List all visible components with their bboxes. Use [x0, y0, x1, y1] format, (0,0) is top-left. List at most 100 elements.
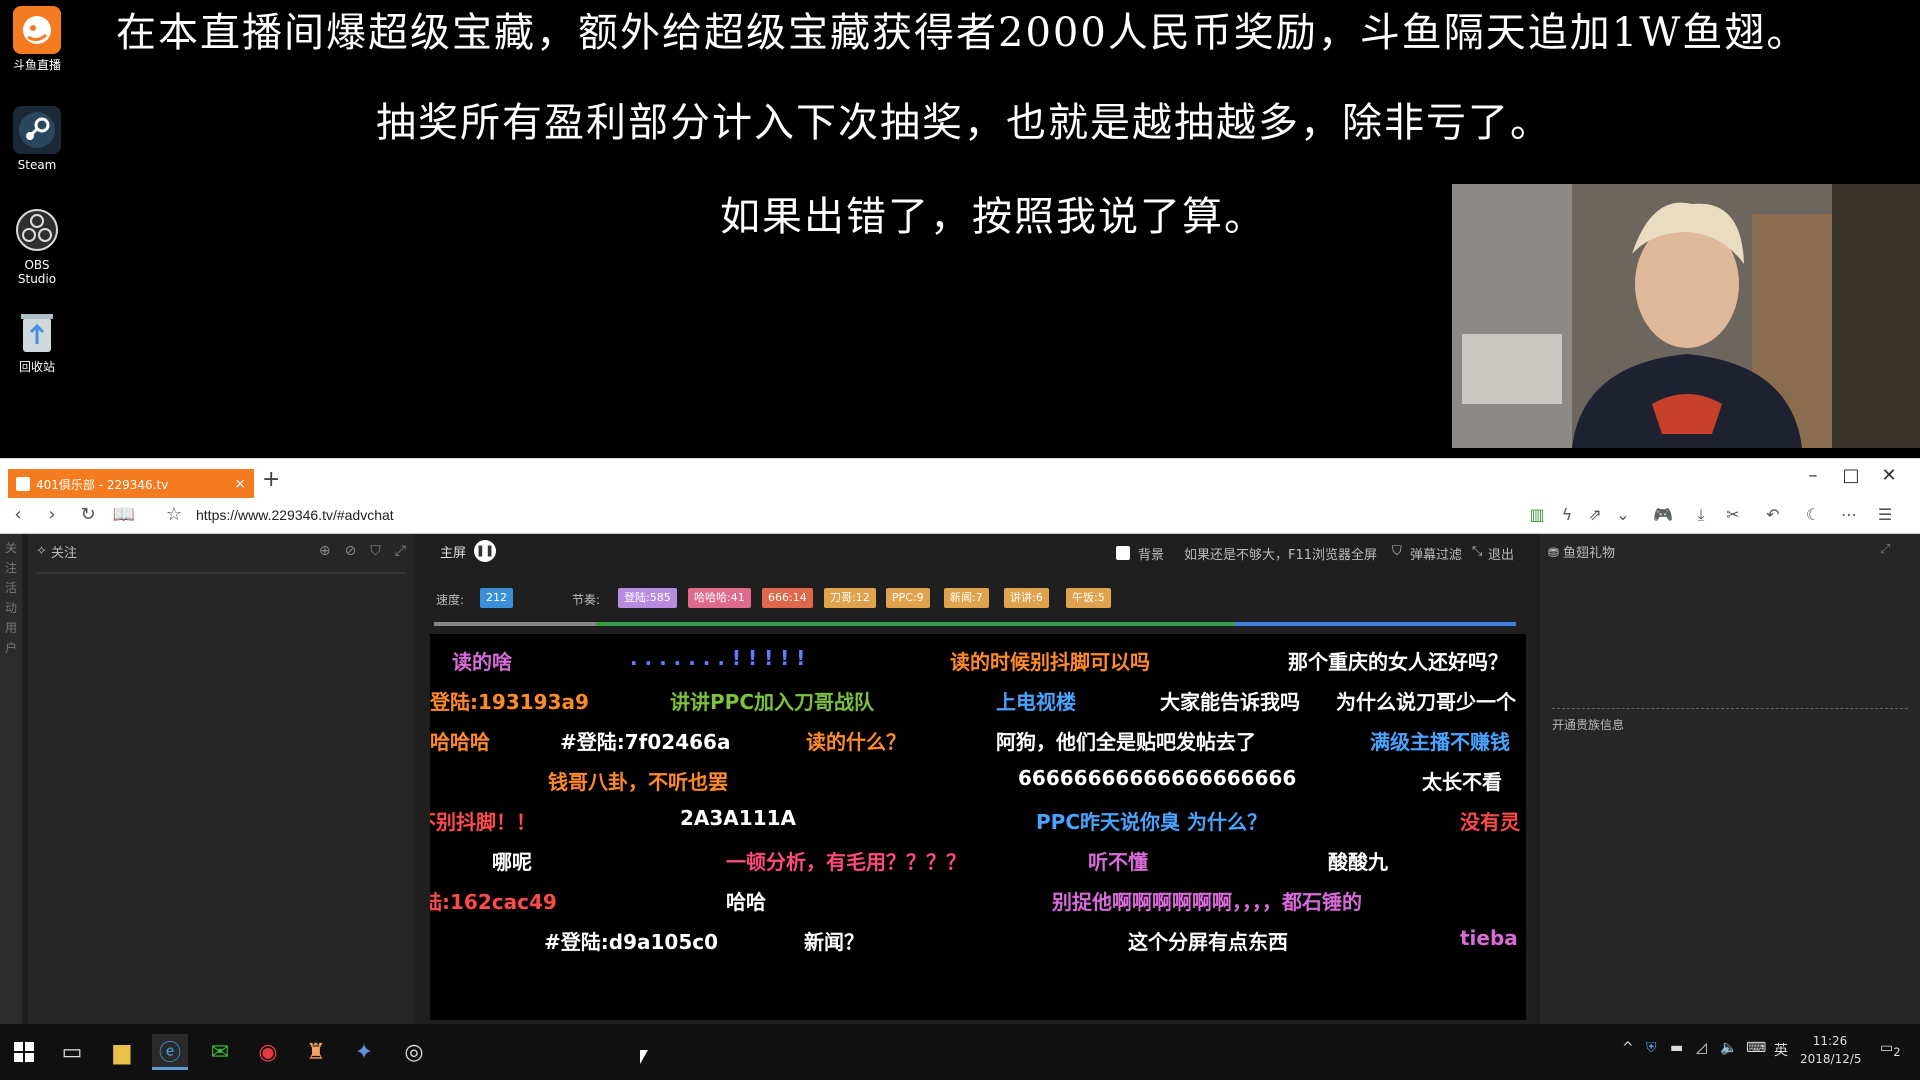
danmu-message: 读的什么？	[806, 730, 906, 754]
desktop-icon-label: 斗鱼直播	[12, 58, 61, 72]
follow-header: ✧ 关注 ⊕ ⊘ ⛉ ⤢	[28, 534, 414, 568]
danmu-message: 为什么说刀哥少一个	[1336, 690, 1516, 714]
danmu-stage: 读的啥 . . . . . . . ! ! ! ! ! 读的时候别抖脚可以吗 那…	[430, 634, 1526, 1020]
volume-icon[interactable]: 🔈	[1720, 1040, 1737, 1056]
danmu-filter-label[interactable]: 弹幕过滤	[1410, 544, 1462, 563]
gift-panel: ⛃ 鱼翅礼物 ⤢ 开通贵族信息	[1540, 534, 1920, 1024]
browser-taskbar-icon[interactable]: ⓔ	[152, 1034, 188, 1070]
netease-music-icon[interactable]: ◉	[250, 1034, 286, 1070]
rhythm-badge[interactable]: 哈哈哈:41	[688, 588, 751, 608]
menu-icon[interactable]: ☰	[1874, 505, 1896, 524]
more-icon[interactable]: ⋯	[1838, 505, 1860, 524]
share-icon[interactable]: ⇗	[1584, 505, 1606, 524]
back-icon[interactable]: ‹	[6, 504, 30, 525]
night-mode-icon[interactable]: ☾	[1802, 505, 1824, 524]
follow-panel: ✧ 关注 ⊕ ⊘ ⛉ ⤢	[28, 534, 414, 1024]
add-icon[interactable]: ⊕	[319, 543, 331, 559]
danmu-message: #登陆:d9a105c0	[544, 930, 719, 954]
filter-icon[interactable]: ⛉	[1392, 544, 1402, 559]
rhythm-badge[interactable]: PPC:9	[886, 588, 930, 608]
forward-icon[interactable]: ›	[40, 504, 64, 525]
wechat-icon[interactable]: ✉	[202, 1034, 238, 1070]
filter-icon[interactable]: ⛉	[370, 543, 381, 559]
pause-icon[interactable]: ❚❚	[474, 540, 496, 562]
undo-icon[interactable]: ↶	[1762, 505, 1784, 524]
rail-item[interactable]: 注	[0, 558, 22, 578]
rail-item[interactable]: 动	[0, 598, 22, 618]
danmu-progress-bar	[434, 622, 1516, 626]
steam-icon	[13, 106, 61, 154]
maximize-button[interactable]: □	[1836, 465, 1866, 486]
rhythm-badge[interactable]: 666:14	[762, 588, 813, 608]
dropdown-icon[interactable]: ⌄	[1612, 505, 1634, 524]
clock[interactable]: 11:26 2018/12/5	[1800, 1032, 1862, 1068]
browser-tab[interactable]: 401俱乐部 - 229346.tv ×	[8, 469, 254, 499]
douyu-icon	[13, 6, 61, 54]
desktop-icon-douyu[interactable]: 斗鱼直播	[4, 6, 70, 72]
danmu-message: 不别抖脚！！	[430, 810, 536, 834]
block-icon[interactable]: ⊘	[345, 543, 357, 559]
rail-item[interactable]: 户	[0, 638, 22, 658]
stream-overlay-line: 抽奖所有盈利部分计入下次抽奖，也就是越抽越多，除非亏了。	[376, 100, 1552, 146]
security-shield-icon[interactable]: ⛨	[1646, 1040, 1657, 1056]
stats-row: 速度: 212 节奏: 登陆:585 哈哈哈:41 666:14 刀哥:12 P…	[434, 586, 1524, 612]
rhythm-badge[interactable]: 新闻:7	[944, 588, 989, 608]
file-explorer-icon[interactable]: ▆	[104, 1034, 140, 1070]
split-view-icon[interactable]: ▥	[1526, 505, 1548, 524]
notification-icon[interactable]: ▭2	[1880, 1040, 1901, 1059]
url-field[interactable]: https://www.229346.tv/#advchat	[196, 507, 394, 523]
rail-item[interactable]: 用	[0, 618, 22, 638]
network-icon[interactable]: ◿	[1696, 1040, 1707, 1056]
reload-icon[interactable]: ↻	[76, 504, 100, 525]
danmu-message: 钱哥八卦，不听也罢	[548, 770, 728, 794]
rail-item[interactable]: 关	[0, 538, 22, 558]
minimize-button[interactable]: –	[1798, 465, 1828, 486]
follow-title: 关注	[51, 545, 78, 561]
desktop-icon-steam[interactable]: Steam	[4, 106, 70, 172]
rail-item[interactable]: 活	[0, 578, 22, 598]
start-icon[interactable]	[6, 1034, 42, 1070]
reader-mode-icon[interactable]: 📖	[112, 504, 136, 525]
obs-taskbar-icon[interactable]: ◎	[396, 1034, 432, 1070]
exit-label[interactable]: 退出	[1488, 544, 1514, 563]
background-label: 背景	[1138, 548, 1165, 563]
background-checkbox[interactable]	[1116, 546, 1130, 560]
task-view-icon[interactable]: ▭	[54, 1034, 90, 1070]
rhythm-badge[interactable]: 讲讲:6	[1004, 588, 1049, 608]
danmu-message: 讲讲PPC加入刀哥战队	[670, 690, 874, 714]
screenshot-scissors-icon[interactable]: ✂	[1722, 505, 1744, 524]
rhythm-label: 节奏:	[572, 593, 601, 607]
app-taskbar-icon-2[interactable]: ✦	[346, 1034, 382, 1070]
rhythm-badge[interactable]: 午饭:5	[1066, 588, 1111, 608]
ime-indicator[interactable]: 英	[1774, 1040, 1788, 1060]
mouse-cursor-icon	[640, 1050, 648, 1064]
keyboard-icon[interactable]: ⌨	[1746, 1040, 1766, 1056]
download-icon[interactable]: ⤓	[1690, 505, 1712, 525]
tray-expand-icon[interactable]: ^	[1622, 1040, 1634, 1056]
stream-overlay-line: 如果出错了，按照我说了算。	[720, 194, 1266, 240]
danmu-message: 登陆:193193a9	[430, 690, 589, 714]
desktop: 斗鱼直播 Steam OBS Studio 回收站 在本直播间爆超级宝藏，额外给…	[0, 0, 1920, 458]
flash-icon[interactable]: ϟ	[1556, 505, 1578, 524]
exit-icon[interactable]: ⤡	[1472, 544, 1482, 559]
tab-close-icon[interactable]: ×	[234, 476, 246, 492]
gift-header: ⛃ 鱼翅礼物 ⤢	[1540, 534, 1920, 569]
expand-icon[interactable]: ⤢	[1880, 542, 1890, 557]
fullscreen-hint: 如果还是不够大，F11浏览器全屏	[1184, 548, 1378, 563]
game-controller-icon[interactable]: 🎮	[1652, 505, 1674, 524]
desktop-icon-recycle-bin[interactable]: 回收站	[4, 308, 70, 374]
gift-divider	[1552, 708, 1908, 709]
expand-icon[interactable]: ⤢	[395, 543, 406, 559]
tab-strip: 401俱乐部 - 229346.tv × + – □ ✕	[0, 458, 1920, 499]
app-taskbar-icon[interactable]: ♜	[298, 1034, 334, 1070]
desktop-icon-obs[interactable]: OBS Studio	[4, 206, 70, 286]
new-tab-button[interactable]: +	[262, 467, 280, 492]
rhythm-badge[interactable]: 登陆:585	[618, 588, 677, 608]
rhythm-badge[interactable]: 刀哥:12	[824, 588, 876, 608]
bookmark-star-icon[interactable]: ☆	[162, 504, 186, 525]
stream-overlay-line: 在本直播间爆超级宝藏，额外给超级宝藏获得者2000人民币奖励，斗鱼隔天追加1W鱼…	[116, 10, 1809, 56]
page-content: 关 注 活 动 用 户 ✧ 关注 ⊕ ⊘ ⛉ ⤢ 主屏 ❚❚ 背景 如果还是不够…	[0, 534, 1920, 1024]
close-window-button[interactable]: ✕	[1874, 465, 1904, 486]
danmu-message: 哈哈	[726, 890, 766, 914]
battery-icon[interactable]: ▬	[1670, 1040, 1683, 1056]
